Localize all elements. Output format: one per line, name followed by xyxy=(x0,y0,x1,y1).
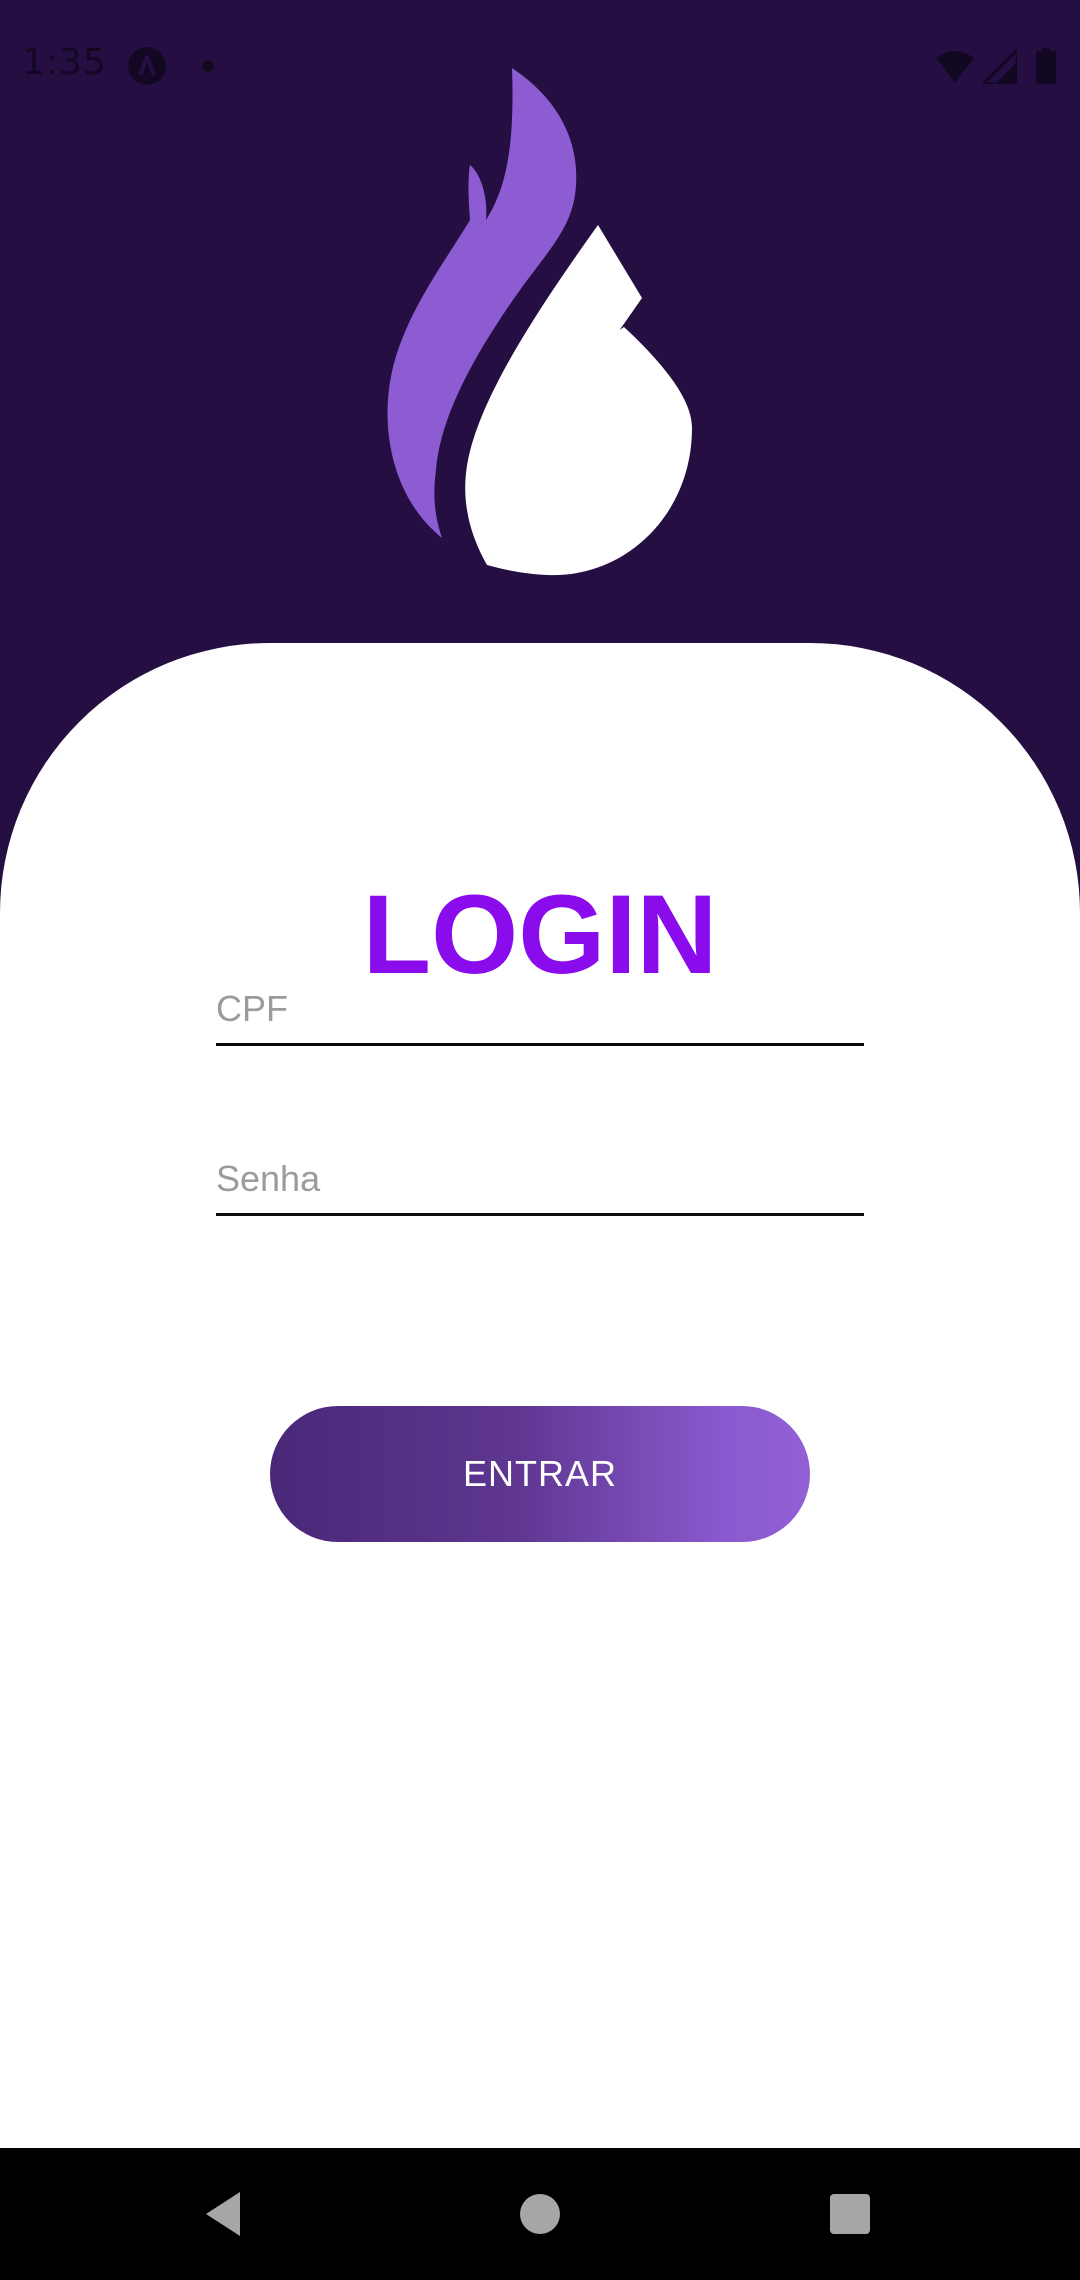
enter-button[interactable]: ENTRAR xyxy=(270,1406,810,1542)
login-screen: 1:35 LOGIN CPF ENTRAR xyxy=(0,0,1080,2280)
flame-drop-logo-icon xyxy=(387,68,692,576)
recents-icon[interactable] xyxy=(830,2194,870,2234)
home-icon[interactable] xyxy=(520,2194,560,2234)
dot-icon xyxy=(202,60,214,72)
battery-icon xyxy=(1036,48,1056,84)
login-card xyxy=(0,643,1080,2150)
password-input[interactable] xyxy=(216,1149,864,1209)
app-notification-icon xyxy=(128,47,166,85)
navigation-bar xyxy=(0,2148,1080,2280)
status-time: 1:35 xyxy=(22,42,107,83)
cpf-field[interactable] xyxy=(216,963,864,1046)
cpf-input[interactable] xyxy=(216,979,864,1039)
password-field[interactable] xyxy=(216,1133,864,1216)
back-icon[interactable] xyxy=(200,2188,252,2240)
signal-icon xyxy=(983,50,1017,84)
wifi-icon xyxy=(936,51,974,83)
